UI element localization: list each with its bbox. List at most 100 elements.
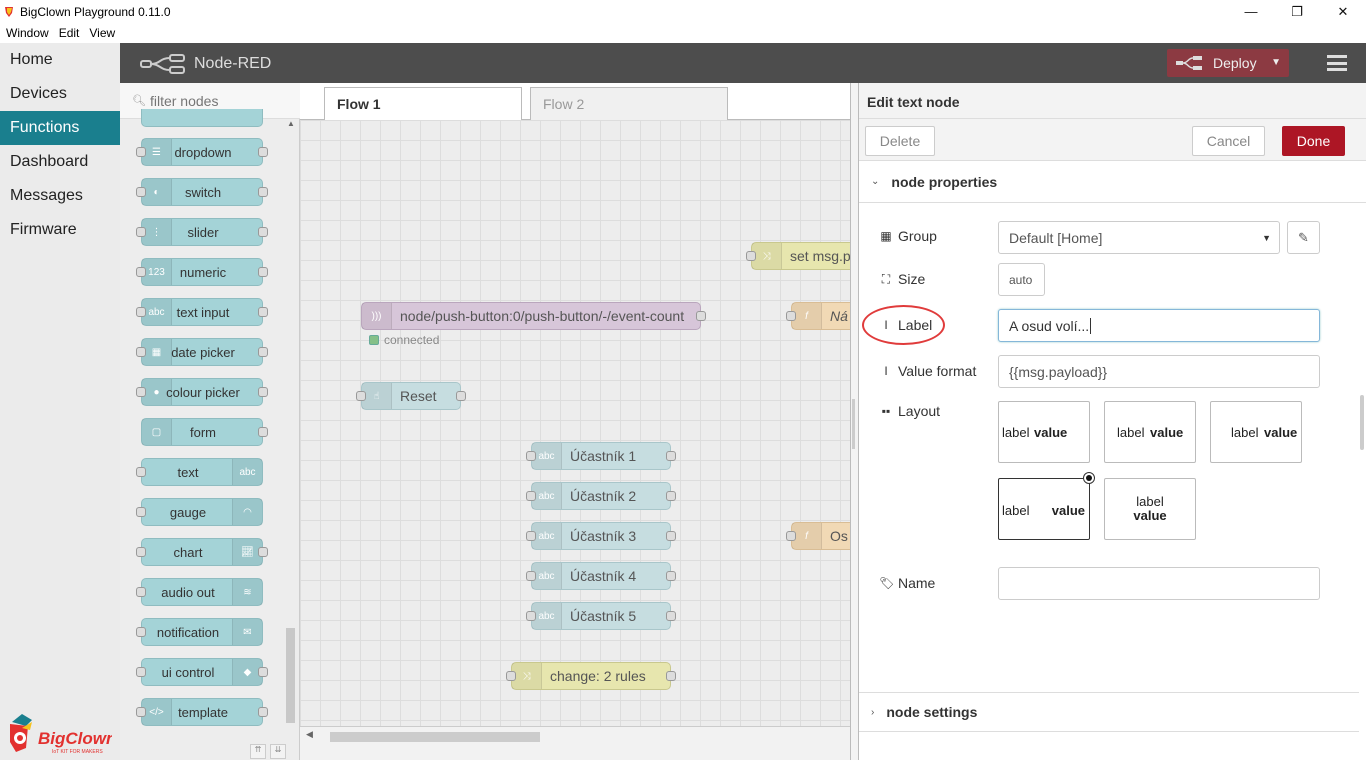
shuffle-icon: ⤨ [512, 663, 542, 689]
delete-button[interactable]: Delete [865, 126, 935, 156]
flow-tabs: Flow 1 Flow 2 [300, 83, 850, 120]
sidebar-item-functions[interactable]: Functions [0, 111, 120, 145]
function-icon: f [792, 523, 822, 549]
expand-all-icon[interactable]: ⇈ [250, 744, 266, 759]
editor-title: Edit text node [859, 83, 1366, 119]
close-button[interactable]: ✕ [1320, 0, 1366, 23]
node-settings-label: node settings [886, 704, 978, 720]
layout-option-2[interactable]: label value [1104, 401, 1196, 463]
tag-icon: 🏷︎ [879, 576, 895, 590]
palette-node-form[interactable]: ▢ form [141, 418, 268, 446]
editor-scrollbar[interactable] [1360, 395, 1364, 450]
flow-node-participant-1[interactable]: abc Účastník 1 [526, 442, 676, 470]
palette-node-template[interactable]: </> template [136, 698, 268, 726]
palette-node-text[interactable]: abc text [136, 458, 263, 486]
palette-node-notification[interactable]: ✉ notification [136, 618, 263, 646]
sidebar-item-devices[interactable]: Devices [0, 77, 120, 111]
title-bar: BigClown Playground 0.11.0 — ❐ ✕ [0, 0, 1366, 23]
tab-flow-1[interactable]: Flow 1 [324, 87, 522, 120]
table-icon: ▦ [880, 229, 892, 243]
flow-node-function-2[interactable]: f Os [786, 522, 850, 550]
flow-node-change[interactable]: ⤨ change: 2 rules [506, 662, 676, 690]
palette-node-dropdown[interactable]: ☰ dropdown [136, 138, 268, 166]
workspace-hscrollbar[interactable] [330, 732, 540, 742]
palette-scrollbar[interactable]: ▲ [285, 119, 297, 723]
palette-node-chart[interactable]: 📈︎ chart [136, 538, 268, 566]
layout-option-5[interactable]: label value [1104, 478, 1196, 540]
text-icon: abc [532, 563, 562, 589]
menu-view[interactable]: View [89, 26, 115, 40]
cancel-button[interactable]: Cancel [1192, 126, 1265, 156]
app-icon [5, 6, 13, 17]
name-input[interactable] [998, 567, 1320, 600]
scroll-left-icon[interactable]: ◀ [306, 729, 313, 740]
flow-node-participant-5[interactable]: abc Účastník 5 [526, 602, 676, 630]
flow-node-reset[interactable]: ☝ Reset [356, 382, 466, 410]
menu-edit[interactable]: Edit [59, 26, 80, 40]
chevron-right-icon: › [871, 706, 875, 718]
palette-node-numeric[interactable]: 123 numeric [136, 258, 268, 286]
value-format-field-label: I Value format [879, 363, 976, 379]
tab-flow-2[interactable]: Flow 2 [530, 87, 728, 120]
workspace-footer: ◀ [300, 726, 850, 760]
layout-option-3[interactable]: label value [1210, 401, 1302, 463]
shuffle-icon: ⤨ [752, 243, 782, 269]
text-icon: abc [532, 483, 562, 509]
size-button[interactable]: auto [998, 263, 1045, 296]
palette-collapse-controls: ⇈ ⇊ [250, 744, 290, 760]
palette-node-partial[interactable] [141, 109, 263, 127]
maximize-button[interactable]: ❐ [1274, 0, 1320, 23]
palette-node-audio-out[interactable]: ≋ audio out [136, 578, 263, 606]
divider-grip[interactable] [852, 399, 855, 449]
flow-node-mqtt-in[interactable]: ))) node/push-button:0/push-button/-/even… [361, 302, 706, 330]
flow-canvas[interactable]: ⤨ set msg.p ))) node/push-button:0/push-bu… [300, 120, 850, 726]
panel-divider[interactable] [850, 83, 858, 760]
palette-node-date-picker[interactable]: ▦ date picker [136, 338, 268, 366]
deploy-label: Deploy [1213, 55, 1257, 71]
collapse-all-icon[interactable]: ⇊ [270, 744, 286, 759]
node-red-logo: Node-RED [140, 54, 271, 74]
minimize-button[interactable]: — [1228, 0, 1274, 23]
palette-node-switch[interactable]: ◐ switch [136, 178, 268, 206]
palette-node-colour-picker[interactable]: ● colour picker [136, 378, 268, 406]
palette-node-slider[interactable]: ⋮ slider [136, 218, 268, 246]
layout-option-1[interactable]: label value [998, 401, 1090, 463]
flow-node-set-msg[interactable]: ⤨ set msg.p [746, 242, 850, 270]
done-button[interactable]: Done [1282, 126, 1345, 156]
node-red-header: Node-RED Deploy ▼ [120, 43, 1366, 83]
name-field-label: 🏷︎ Name [879, 575, 936, 591]
palette-node-text-input[interactable]: abc text input [136, 298, 268, 326]
flow-node-participant-2[interactable]: abc Účastník 2 [526, 482, 676, 510]
node-settings-header[interactable]: › node settings [859, 692, 1359, 732]
menu-window[interactable]: Window [6, 26, 49, 40]
value-format-input[interactable]: {{msg.payload}} [998, 355, 1320, 388]
sidebar-item-firmware[interactable]: Firmware [0, 213, 120, 247]
deploy-button[interactable]: Deploy ▼ [1167, 49, 1289, 77]
edit-node-panel: Edit text node Delete Cancel Done ⌄ node… [858, 83, 1366, 760]
expand-icon: ⛶ [881, 271, 891, 286]
group-select[interactable]: Default [Home] ▼ [998, 221, 1280, 254]
edit-group-button[interactable]: ✎ [1287, 221, 1320, 254]
flow-node-function-1[interactable]: f Ná [786, 302, 850, 330]
node-palette: 🔍︎ ☰dropdown ◐switch ⋮slider 123numeric … [120, 83, 300, 760]
layout-option-4[interactable]: label value [998, 472, 1095, 540]
text-icon: abc [232, 459, 262, 485]
window-title: BigClown Playground 0.11.0 [20, 4, 171, 19]
deploy-caret-icon[interactable]: ▼ [1271, 57, 1281, 68]
label-input[interactable]: A osud volí... [998, 309, 1320, 342]
flow-node-participant-4[interactable]: abc Účastník 4 [526, 562, 676, 590]
palette-node-gauge[interactable]: ◠ gauge [136, 498, 263, 526]
text-cursor-icon: I [884, 364, 888, 378]
filter-nodes-input[interactable] [149, 92, 290, 109]
node-properties-header[interactable]: ⌄ node properties [859, 161, 1366, 203]
sidebar-item-dashboard[interactable]: Dashboard [0, 145, 120, 179]
flow-node-participant-3[interactable]: abc Účastník 3 [526, 522, 676, 550]
text-icon: abc [532, 523, 562, 549]
audio-icon: ≋ [232, 579, 262, 605]
palette-node-ui-control[interactable]: ◆ ui control [136, 658, 268, 686]
layout-field-label: ▪▪ Layout [879, 403, 940, 419]
sidebar-item-messages[interactable]: Messages [0, 179, 120, 213]
main-menu-icon[interactable] [1327, 55, 1347, 71]
group-field-label: ▦ Group [880, 228, 937, 244]
sidebar-item-home[interactable]: Home [0, 43, 120, 77]
